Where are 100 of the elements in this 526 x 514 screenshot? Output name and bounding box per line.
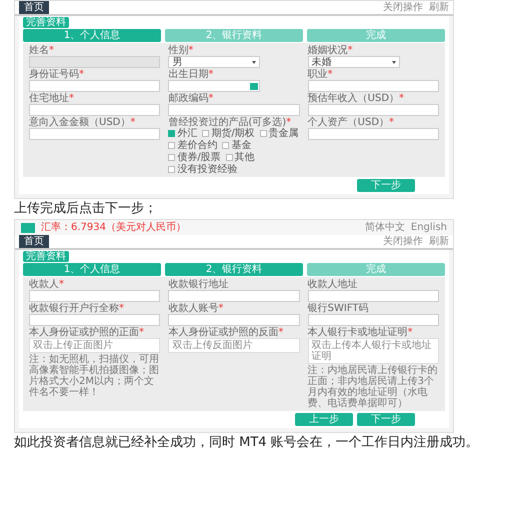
nav-link[interactable]: 刷新 — [429, 236, 449, 247]
nav-link[interactable]: 刷新 — [429, 2, 449, 13]
step-tab[interactable]: 完成 — [307, 29, 445, 42]
checkbox[interactable] — [222, 142, 230, 149]
field-label: 银行SWIFT码 — [308, 303, 369, 314]
checkbox[interactable] — [260, 130, 267, 137]
checkbox[interactable] — [202, 130, 210, 137]
step-button[interactable]: 下一步 — [357, 179, 415, 192]
field-label: 婚姻状况 — [308, 45, 348, 56]
field-label: 身份证号码 — [29, 69, 79, 80]
input-field[interactable] — [29, 104, 160, 116]
nav-link[interactable]: 关闭操作 — [383, 2, 423, 13]
field-label: 本人身份证或护照的反面 — [168, 327, 278, 338]
step-tab[interactable]: 2、银行资料 — [165, 263, 303, 276]
upload-field[interactable]: 双击上传反面图片 — [168, 338, 300, 353]
required-mark: * — [348, 45, 353, 56]
required-mark: * — [408, 327, 413, 338]
nav-tab[interactable]: 首页 — [19, 1, 49, 14]
field-label: 收款银行开户行全称 — [29, 303, 119, 314]
required-mark: * — [218, 303, 224, 314]
field-label: 收款人账号 — [168, 303, 218, 314]
required-mark: * — [278, 327, 284, 338]
checkbox-label: 没有投资经验 — [177, 164, 238, 175]
caption-text: 上传完成后点击下一步； — [14, 201, 158, 217]
checkbox-label: 差价合约 — [177, 140, 218, 151]
required-mark: * — [119, 303, 124, 314]
step-button[interactable]: 下一步 — [357, 413, 415, 426]
nav-link[interactable]: 关闭操作 — [383, 236, 423, 247]
field-label: 住宅地址 — [29, 93, 69, 104]
exchange-rate: 汇率：6.7934（美元对人民币） — [41, 222, 187, 233]
caption-text: 如此投资者信息就已经补全成功，同时 MT4 账号会在，一个工作日内注册成功。 — [14, 435, 480, 451]
checkbox[interactable] — [168, 130, 176, 137]
input-field[interactable] — [308, 290, 439, 302]
step-tab[interactable]: 完成 — [307, 263, 445, 276]
field-label: 收款银行地址 — [168, 279, 228, 290]
field-label: 出生日期 — [168, 69, 208, 80]
required-mark: * — [188, 45, 194, 56]
date-field[interactable] — [168, 80, 260, 92]
note-text: 注：内地居民请上传银行卡的正面；非内地居民请上传3个月内有效的地址证明（水电费、电话费单据即可） — [308, 365, 439, 409]
field-label: 职业 — [308, 69, 328, 80]
field-label: 意向入金金额（USD） — [29, 117, 130, 128]
input-field[interactable] — [308, 80, 439, 92]
input-field[interactable] — [29, 80, 160, 92]
upload-field[interactable]: 双击上传正面图片 — [29, 338, 160, 353]
upload-field[interactable]: 双击上传本人银行卡或地址证明 — [308, 338, 439, 364]
checkbox[interactable] — [168, 142, 176, 149]
caret-icon — [392, 60, 396, 64]
input-field[interactable] — [29, 56, 160, 68]
required-mark: * — [208, 69, 214, 80]
field-label: 收款人 — [29, 279, 59, 290]
input-field[interactable] — [29, 314, 160, 326]
nav-tab[interactable]: 首页 — [19, 235, 49, 248]
select-field[interactable]: 男 — [168, 56, 260, 68]
required-mark: * — [399, 93, 404, 104]
checkbox-label: 基金 — [231, 140, 252, 151]
checkbox[interactable] — [168, 154, 176, 161]
input-field[interactable] — [168, 314, 300, 326]
field-label: 本人银行卡或地址证明 — [308, 327, 408, 338]
step-button[interactable]: 上一步 — [295, 413, 353, 426]
field-label: 性别 — [168, 45, 188, 56]
checkbox[interactable] — [226, 154, 233, 161]
required-mark: * — [389, 117, 394, 128]
language-link[interactable]: English — [410, 222, 447, 233]
required-mark: * — [79, 69, 84, 80]
caret-icon — [252, 60, 256, 64]
step-tab[interactable]: 1、个人信息 — [23, 29, 161, 42]
input-field[interactable] — [308, 104, 439, 116]
required-mark: * — [49, 45, 54, 56]
step-tab[interactable]: 1、个人信息 — [23, 263, 161, 276]
field-label: 姓名 — [29, 45, 49, 56]
input-field[interactable] — [29, 128, 160, 140]
required-mark: * — [69, 93, 74, 104]
field-label: 本人身份证或护照的正面 — [29, 327, 139, 338]
checkbox-label: 贵金属 — [268, 128, 299, 139]
page-badge: 完善资料 — [23, 17, 69, 28]
step-tab[interactable]: 2、银行资料 — [165, 29, 303, 42]
checkbox[interactable] — [168, 166, 176, 173]
field-label: 曾经投资过的产品(可多选) — [168, 117, 286, 128]
language-link[interactable]: 简体中文 — [364, 222, 405, 233]
input-field[interactable] — [308, 314, 439, 326]
page-badge: 完善资料 — [23, 251, 69, 262]
input-field[interactable] — [168, 290, 300, 302]
checkbox-label: 其他 — [234, 152, 255, 163]
note-text: 注：如无照机，扫描仪，可用高像素智能手机拍摄图像；图片格式大小2M以内；两个文件名不要一样！ — [29, 354, 160, 398]
required-mark: * — [328, 69, 333, 80]
field-label: 个人资产（USD） — [308, 117, 390, 128]
input-field[interactable] — [29, 290, 160, 302]
field-label: 收款人地址 — [308, 279, 358, 290]
select-field[interactable]: 未婚 — [308, 56, 400, 68]
required-mark: * — [286, 117, 292, 128]
checkbox-label: 外汇 — [177, 128, 198, 139]
checkbox-label: 期货/期权 — [211, 128, 255, 139]
field-label: 邮政编码 — [168, 93, 208, 104]
required-mark: * — [139, 327, 144, 338]
required-mark: * — [130, 117, 136, 128]
field-label: 预估年收入（USD） — [308, 93, 400, 104]
input-field[interactable] — [168, 104, 300, 116]
required-mark: * — [59, 279, 64, 290]
input-field[interactable] — [308, 128, 439, 140]
required-mark: * — [208, 93, 214, 104]
